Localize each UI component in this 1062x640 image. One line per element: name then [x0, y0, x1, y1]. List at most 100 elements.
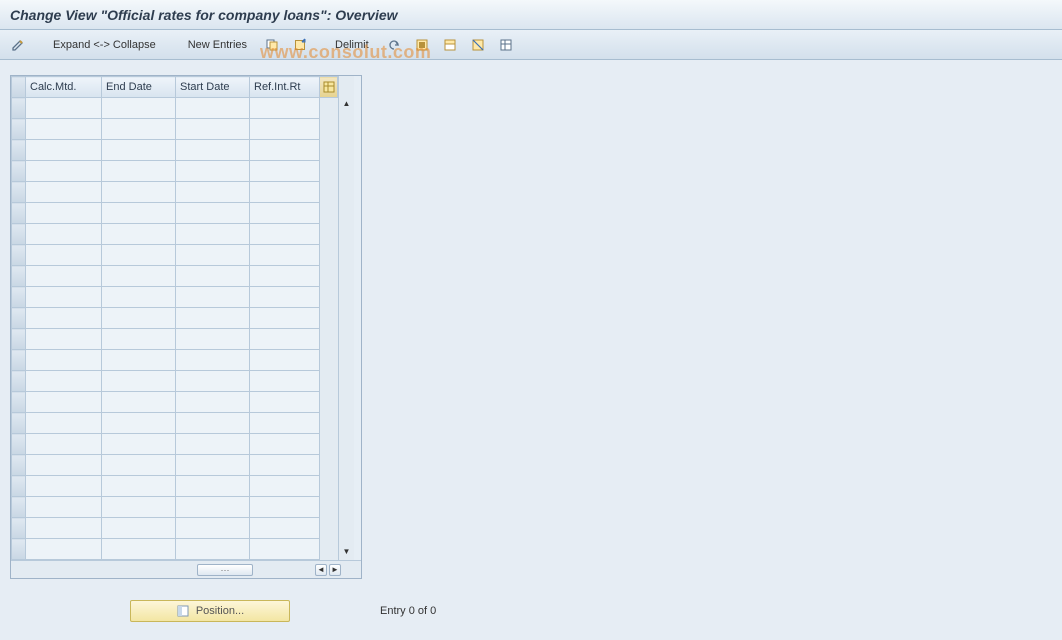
table-cell[interactable] — [26, 539, 102, 560]
table-cell[interactable] — [250, 371, 320, 392]
table-cell[interactable] — [26, 203, 102, 224]
table-row[interactable] — [12, 203, 338, 224]
table-cell[interactable] — [102, 308, 176, 329]
table-cell[interactable] — [176, 140, 250, 161]
table-row[interactable] — [12, 476, 338, 497]
table-cell[interactable] — [176, 287, 250, 308]
table-cell[interactable] — [176, 245, 250, 266]
table-cell[interactable] — [250, 413, 320, 434]
table-cell[interactable] — [102, 266, 176, 287]
table-cell[interactable] — [176, 413, 250, 434]
table-cell[interactable] — [176, 476, 250, 497]
row-handle[interactable] — [12, 392, 26, 413]
table-cell[interactable] — [102, 350, 176, 371]
table-cell[interactable] — [26, 245, 102, 266]
table-cell[interactable] — [176, 434, 250, 455]
table-cell[interactable] — [26, 287, 102, 308]
table-cell[interactable] — [176, 329, 250, 350]
scroll-down-icon[interactable]: ▼ — [341, 546, 353, 558]
row-handle[interactable] — [12, 224, 26, 245]
table-cell[interactable] — [26, 518, 102, 539]
table-cell[interactable] — [176, 98, 250, 119]
table-cell[interactable] — [26, 497, 102, 518]
row-handle[interactable] — [12, 371, 26, 392]
table-cell[interactable] — [250, 224, 320, 245]
row-handle[interactable] — [12, 434, 26, 455]
configure-columns-icon[interactable] — [320, 77, 338, 98]
table-cell[interactable] — [26, 98, 102, 119]
table-cell[interactable] — [176, 266, 250, 287]
table-cell[interactable] — [102, 98, 176, 119]
table-cell[interactable] — [250, 182, 320, 203]
table-row[interactable] — [12, 119, 338, 140]
expand-collapse-button[interactable]: Expand <-> Collapse — [44, 35, 165, 55]
table-cell[interactable] — [102, 476, 176, 497]
table-cell[interactable] — [176, 224, 250, 245]
table-cell[interactable] — [176, 161, 250, 182]
table-row[interactable] — [12, 161, 338, 182]
row-handle[interactable] — [12, 455, 26, 476]
scroll-up-icon[interactable]: ▲ — [341, 98, 353, 110]
table-cell[interactable] — [26, 224, 102, 245]
table-cell[interactable] — [250, 476, 320, 497]
table-row[interactable] — [12, 518, 338, 539]
table-cell[interactable] — [250, 140, 320, 161]
table-cell[interactable] — [102, 224, 176, 245]
undo-icon[interactable] — [382, 35, 406, 55]
table-cell[interactable] — [102, 434, 176, 455]
table-row[interactable] — [12, 434, 338, 455]
table-cell[interactable] — [250, 203, 320, 224]
table-cell[interactable] — [26, 140, 102, 161]
table-cell[interactable] — [250, 245, 320, 266]
new-entries-button[interactable]: New Entries — [179, 35, 256, 55]
table-cell[interactable] — [250, 518, 320, 539]
table-cell[interactable] — [26, 329, 102, 350]
table-cell[interactable] — [176, 203, 250, 224]
table-row[interactable] — [12, 539, 338, 560]
col-start-date[interactable]: Start Date — [176, 77, 250, 98]
table-cell[interactable] — [102, 518, 176, 539]
table-cell[interactable] — [250, 497, 320, 518]
table-cell[interactable] — [102, 371, 176, 392]
table-settings-icon[interactable] — [494, 35, 518, 55]
table-cell[interactable] — [250, 119, 320, 140]
table-cell[interactable] — [102, 329, 176, 350]
row-handle[interactable] — [12, 350, 26, 371]
row-handle[interactable] — [12, 140, 26, 161]
scroll-left-icon[interactable]: ◄ — [315, 564, 327, 576]
table-cell[interactable] — [176, 182, 250, 203]
rates-table[interactable]: Calc.Mtd. End Date Start Date Ref.Int.Rt — [11, 76, 338, 560]
table-row[interactable] — [12, 413, 338, 434]
table-cell[interactable] — [176, 518, 250, 539]
row-handle[interactable] — [12, 476, 26, 497]
table-cell[interactable] — [176, 119, 250, 140]
table-row[interactable] — [12, 329, 338, 350]
table-cell[interactable] — [250, 98, 320, 119]
table-cell[interactable] — [102, 413, 176, 434]
table-cell[interactable] — [102, 392, 176, 413]
row-handle[interactable] — [12, 539, 26, 560]
table-row[interactable] — [12, 392, 338, 413]
table-cell[interactable] — [250, 392, 320, 413]
table-cell[interactable] — [102, 539, 176, 560]
table-cell[interactable] — [102, 140, 176, 161]
table-cell[interactable] — [250, 329, 320, 350]
table-cell[interactable] — [102, 161, 176, 182]
col-calc-mtd[interactable]: Calc.Mtd. — [26, 77, 102, 98]
row-handle[interactable] — [12, 245, 26, 266]
table-cell[interactable] — [176, 308, 250, 329]
table-cell[interactable] — [250, 539, 320, 560]
table-cell[interactable] — [102, 182, 176, 203]
horizontal-scrollbar[interactable]: ··· ◄ ► — [11, 560, 361, 578]
row-handle[interactable] — [12, 182, 26, 203]
table-cell[interactable] — [26, 434, 102, 455]
row-handle[interactable] — [12, 161, 26, 182]
select-all-icon[interactable] — [410, 35, 434, 55]
table-cell[interactable] — [26, 455, 102, 476]
select-block-icon[interactable] — [438, 35, 462, 55]
table-cell[interactable] — [250, 434, 320, 455]
table-cell[interactable] — [102, 245, 176, 266]
table-cell[interactable] — [250, 308, 320, 329]
table-row[interactable] — [12, 371, 338, 392]
hscroll-thumb[interactable]: ··· — [197, 564, 253, 576]
